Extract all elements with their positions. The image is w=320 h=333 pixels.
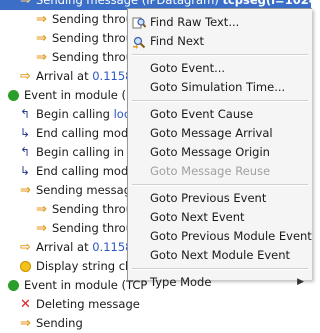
send-arrow-icon: ⇒ [36, 50, 47, 65]
tree-row-label: Event in module (IP) [24, 86, 141, 105]
send-arrow-icon: ⇒ [20, 316, 31, 331]
find-raw-text-icon [132, 16, 147, 30]
menu-separator [132, 100, 308, 102]
row-text: Display string cha [36, 259, 140, 273]
event-dot-icon [8, 280, 19, 291]
end-call-icon: ↳ [20, 164, 31, 178]
row-text: Sending message [36, 183, 139, 197]
tree-row-label: Deleting message [36, 295, 140, 314]
tree-row-label: Arrival at 0.11584 [36, 238, 140, 257]
tree-row-label: Begin calling local [36, 105, 140, 124]
send-arrow-icon: ⇒ [36, 221, 47, 236]
end-call-icon: ↳ [20, 126, 31, 140]
menu-separator [132, 268, 308, 270]
menu-item-label: Goto Event... [150, 61, 226, 75]
menu-item-label: Goto Next Event [150, 210, 245, 224]
send-arrow-icon: ⇒ [36, 31, 47, 46]
menu-item-goto-simulation-time[interactable]: Goto Simulation Time... [128, 78, 312, 97]
submenu-arrow-icon: ▶ [297, 277, 304, 287]
begin-call-icon: ↰ [20, 107, 31, 121]
tree-row-label: Begin calling in m [36, 143, 139, 162]
menu-item-find-next[interactable]: Find Next [128, 32, 312, 51]
tree-row-label: Arrival at 0.11584 [36, 67, 140, 86]
find-next-icon [132, 35, 146, 49]
menu-item-type-mode[interactable]: Type Mode ▶ [128, 273, 312, 292]
menu-item-goto-message-origin[interactable]: Goto Message Origin [128, 143, 312, 162]
menu-item-label: Goto Message Arrival [150, 126, 273, 140]
menu-item-label: Goto Next Module Event [150, 248, 291, 262]
menu-item-label: Goto Message Reuse [150, 164, 271, 178]
begin-call-icon: ↰ [20, 145, 31, 159]
send-arrow-icon: ⇒ [36, 202, 47, 217]
context-menu: Find Raw Text... Find Next Goto Event... Go… [127, 8, 312, 289]
tree-row-label: Sending message [36, 181, 138, 200]
menu-separator [132, 54, 308, 56]
event-dot-icon [8, 90, 19, 101]
menu-item-label: Find Next [150, 34, 205, 48]
menu-item-label: Goto Previous Event [150, 191, 267, 205]
menu-separator [132, 184, 308, 186]
menu-item-label: Goto Previous Module Event [150, 229, 312, 243]
menu-item-goto-message-reuse: Goto Message Reuse [128, 162, 312, 181]
menu-item-goto-event-cause[interactable]: Goto Event Cause [128, 105, 312, 124]
menu-item-label: Goto Message Origin [150, 145, 270, 159]
send-arrow-icon: ⇒ [36, 12, 47, 27]
send-arrow-icon: ⇒ [20, 0, 31, 8]
tree-row-label: Sending [36, 314, 83, 333]
menu-item-goto-next-module-event[interactable]: Goto Next Module Event [128, 246, 312, 265]
arrival-arrow-icon: ⇨ [20, 240, 31, 255]
row-text: Arrival at [36, 69, 93, 83]
menu-item-goto-message-arrival[interactable]: Goto Message Arrival [128, 124, 312, 143]
menu-item-goto-previous-event[interactable]: Goto Previous Event [128, 189, 312, 208]
menu-item-find-raw-text[interactable]: Find Raw Text... [128, 13, 312, 32]
row-text: Begin calling in m [36, 145, 139, 159]
menu-item-label: Find Raw Text... [150, 15, 240, 29]
menu-item-goto-next-event[interactable]: Goto Next Event [128, 208, 312, 227]
delete-x-icon: ✕ [20, 297, 31, 312]
menu-item-label: Goto Event Cause [150, 107, 254, 121]
arrival-arrow-icon: ⇨ [20, 69, 31, 84]
menu-item-label: Goto Simulation Time... [150, 80, 286, 94]
row-text: Event in module (IP) [24, 88, 141, 102]
row-message-name: tcpseg(l=1024,0msc [222, 0, 311, 7]
display-string-icon [20, 261, 31, 272]
send-arrow-icon: ⇒ [20, 183, 31, 198]
menu-item-label: Type Mode [150, 275, 212, 289]
tree-row[interactable]: ✕ Deleting message [0, 295, 311, 314]
tree-row-label: Display string cha [36, 257, 139, 276]
tree-row[interactable]: ⇒ Sending [0, 314, 311, 333]
menu-item-goto-previous-module-event[interactable]: Goto Previous Module Event [128, 227, 312, 246]
row-text: Begin calling [36, 107, 114, 121]
row-text: Deleting message [36, 297, 140, 311]
menu-item-goto-event[interactable]: Goto Event... [128, 59, 312, 78]
row-text: Sending message (IPDatagram) [36, 0, 223, 7]
row-text: Sending [36, 316, 83, 330]
row-text: Arrival at [36, 240, 93, 254]
